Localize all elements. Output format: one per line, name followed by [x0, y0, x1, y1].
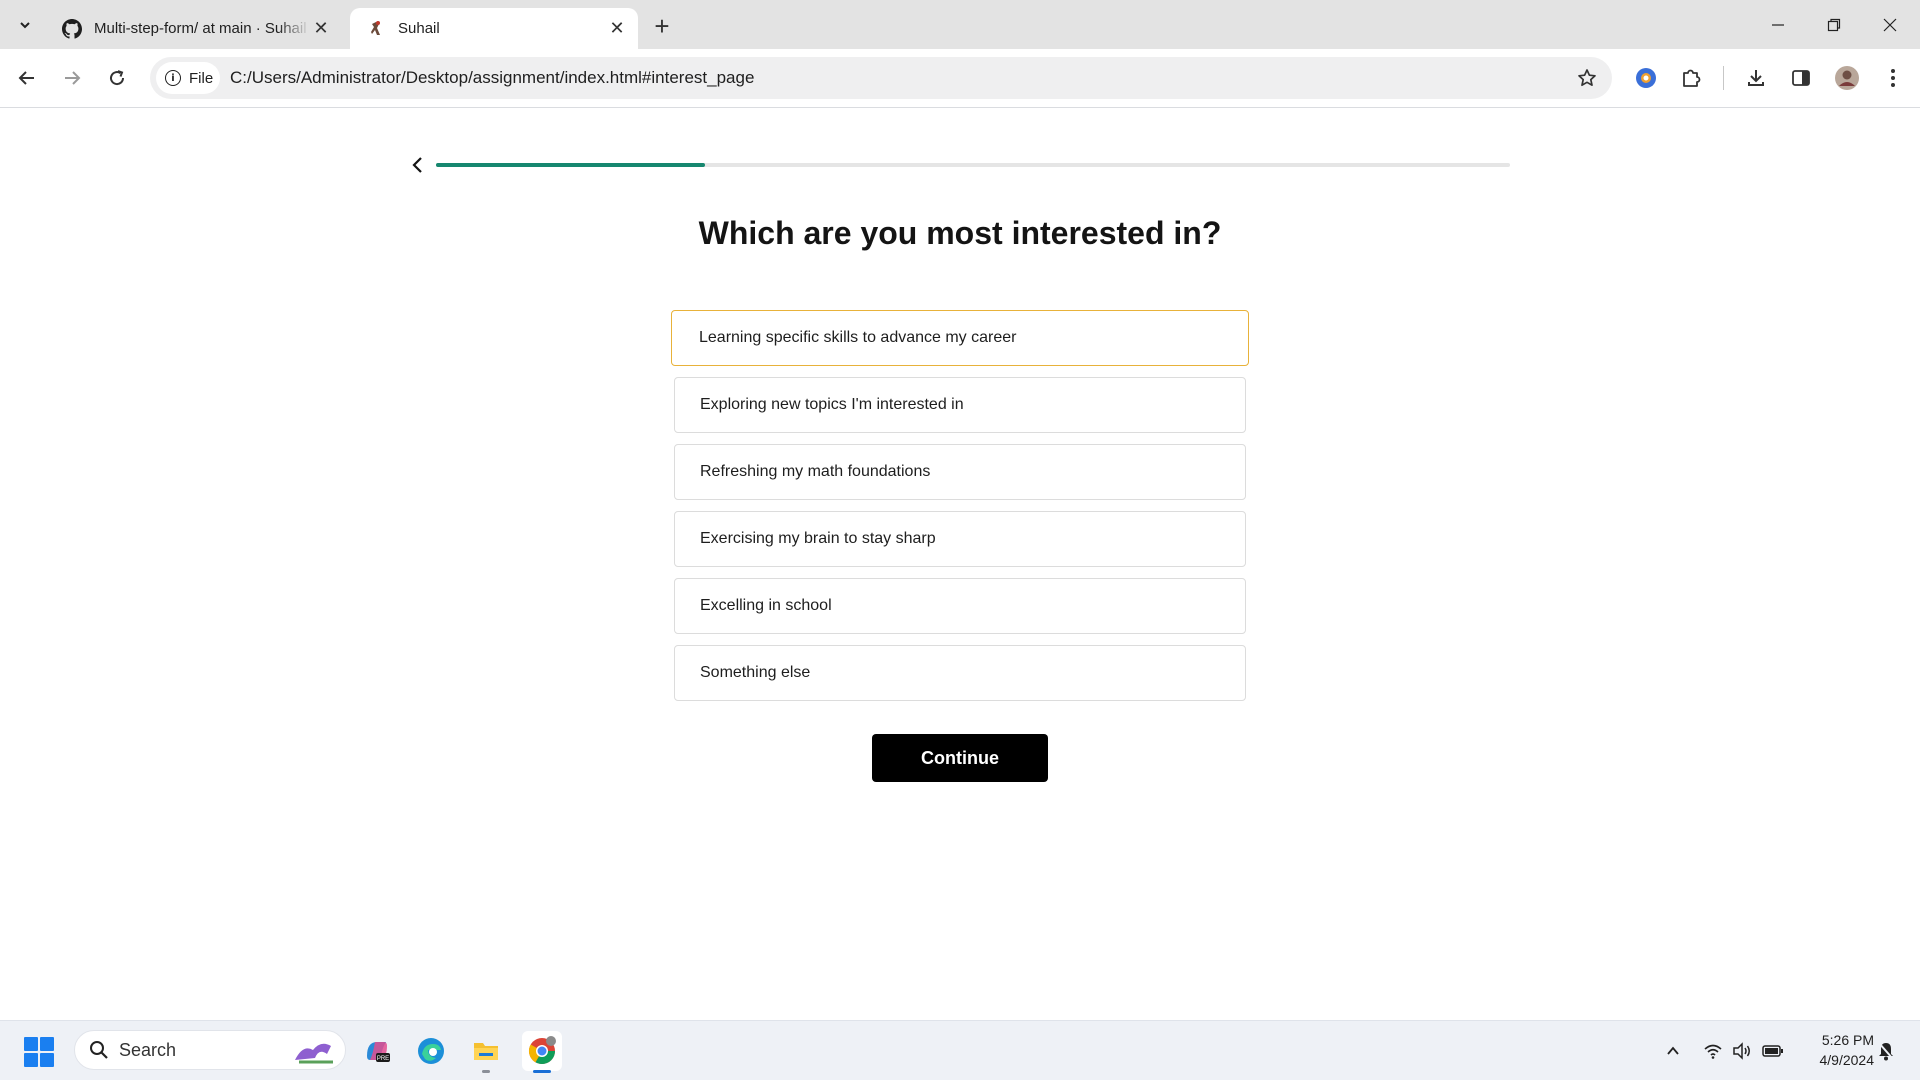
- extension-button[interactable]: [1629, 61, 1663, 95]
- clock-date: 4/9/2024: [1819, 1052, 1875, 1068]
- menu-button[interactable]: [1876, 61, 1910, 95]
- back-button[interactable]: [10, 61, 44, 95]
- tab-suhail[interactable]: Suhail ✕: [350, 8, 638, 49]
- option-label: Exploring new topics I'm interested in: [700, 396, 964, 413]
- forward-button[interactable]: [55, 61, 89, 95]
- browser-toolbar: i File C:/Users/Administrator/Desktop/as…: [0, 49, 1920, 108]
- avatar: [1835, 66, 1859, 90]
- extension-logo-icon: [1636, 68, 1656, 88]
- github-icon: [62, 18, 82, 39]
- url-text[interactable]: C:/Users/Administrator/Desktop/assignmen…: [230, 68, 754, 88]
- chevron-up-icon: [1667, 1046, 1679, 1055]
- taskbar-clock[interactable]: 5:26 PM 4/9/2024: [1794, 1030, 1875, 1070]
- option-label: Something else: [700, 664, 811, 681]
- extensions-button[interactable]: [1674, 61, 1708, 95]
- taskbar-file-explorer[interactable]: [466, 1031, 506, 1073]
- chrome-icon: [528, 1036, 556, 1065]
- option-label: Excelling in school: [700, 597, 832, 614]
- running-indicator: [533, 1070, 551, 1073]
- wifi-icon: [1704, 1044, 1722, 1059]
- chevron-down-icon: [20, 22, 30, 29]
- progress-bar-fill: [436, 163, 705, 167]
- arrow-right-icon: [65, 71, 81, 85]
- close-window-button[interactable]: [1862, 0, 1918, 49]
- chevron-left-icon: [412, 157, 422, 173]
- page-content: Which are you most interested in? Learni…: [0, 109, 1920, 1020]
- puzzle-icon: [1683, 69, 1701, 87]
- bookmark-star-button[interactable]: [1574, 65, 1600, 91]
- volume-button[interactable]: [1731, 1040, 1753, 1062]
- running-indicator: [482, 1070, 490, 1073]
- option-label: Refreshing my math foundations: [700, 463, 931, 480]
- tray-overflow-button[interactable]: [1662, 1040, 1684, 1062]
- arrow-left-icon: [18, 71, 34, 85]
- option-item[interactable]: Exploring new topics I'm interested in: [674, 377, 1246, 433]
- back-step-button[interactable]: [406, 153, 430, 177]
- copilot-icon: PRE: [367, 1042, 390, 1062]
- search-highlight-icon: [295, 1043, 333, 1064]
- downloads-button[interactable]: [1739, 61, 1773, 95]
- option-item[interactable]: Exercising my brain to stay sharp: [674, 511, 1246, 567]
- option-item[interactable]: Refreshing my math foundations: [674, 444, 1246, 500]
- restore-button[interactable]: [1806, 0, 1862, 49]
- continue-button[interactable]: Continue: [872, 734, 1048, 782]
- new-tab-button[interactable]: +: [648, 11, 676, 41]
- download-icon: [1748, 70, 1764, 86]
- profile-button[interactable]: [1830, 61, 1864, 95]
- close-icon: [1883, 18, 1897, 31]
- site-favicon-icon: [366, 19, 386, 39]
- options-list: Learning specific skills to advance my c…: [671, 310, 1249, 712]
- reload-icon: [110, 70, 125, 86]
- option-item[interactable]: Something else: [674, 645, 1246, 701]
- taskbar: Search PRE 5:26 PM 4/9/2024: [0, 1020, 1920, 1080]
- close-icon[interactable]: ✕: [310, 18, 332, 40]
- tab-search-button[interactable]: [10, 10, 40, 40]
- taskbar-search[interactable]: Search: [74, 1030, 346, 1070]
- clock-time: 5:26 PM: [1821, 1032, 1874, 1048]
- info-icon: i: [165, 70, 181, 86]
- battery-button[interactable]: [1762, 1040, 1784, 1062]
- windows-logo-icon: [24, 1037, 38, 1051]
- minimize-button[interactable]: [1750, 0, 1806, 49]
- tab-github[interactable]: Multi-step-form/ at main · Suhail ✕: [46, 8, 342, 49]
- edge-icon: [418, 1038, 444, 1064]
- restore-icon: [1827, 18, 1841, 31]
- reload-button[interactable]: [100, 61, 134, 95]
- more-vertical-icon: [1891, 69, 1895, 87]
- taskbar-edge[interactable]: [411, 1031, 451, 1071]
- address-bar[interactable]: i File C:/Users/Administrator/Desktop/as…: [150, 57, 1612, 99]
- taskbar-chrome[interactable]: [522, 1031, 562, 1073]
- bell-icon: [1878, 1042, 1894, 1061]
- wifi-button[interactable]: [1702, 1040, 1724, 1062]
- star-icon: [1578, 69, 1596, 87]
- side-panel-button[interactable]: [1784, 61, 1818, 95]
- option-label: Learning specific skills to advance my c…: [699, 329, 1017, 346]
- search-placeholder: Search: [119, 1039, 177, 1060]
- speaker-icon: [1733, 1042, 1750, 1060]
- minimize-icon: [1772, 23, 1784, 26]
- side-panel-icon: [1792, 70, 1810, 86]
- notifications-button[interactable]: [1875, 1040, 1897, 1062]
- taskbar-copilot[interactable]: PRE: [357, 1031, 397, 1071]
- option-item[interactable]: Learning specific skills to advance my c…: [671, 310, 1249, 366]
- tab-strip: Multi-step-form/ at main · Suhail ✕ Suha…: [0, 0, 1920, 49]
- tab-title: Suhail: [398, 20, 440, 37]
- option-item[interactable]: Excelling in school: [674, 578, 1246, 634]
- search-icon: [89, 1040, 109, 1060]
- start-button[interactable]: [24, 1037, 54, 1067]
- battery-icon: [1762, 1045, 1783, 1057]
- folder-icon: [474, 1043, 498, 1060]
- option-label: Exercising my brain to stay sharp: [700, 530, 936, 547]
- close-icon[interactable]: ✕: [606, 18, 628, 40]
- page-title: Which are you most interested in?: [698, 215, 1222, 251]
- svg-text:PRE: PRE: [377, 1056, 389, 1062]
- tab-title: Multi-step-form/ at main · Suhail: [94, 20, 307, 37]
- progress-bar: [436, 163, 1510, 167]
- site-chip-label: File: [189, 69, 214, 87]
- toolbar-divider: [1723, 66, 1724, 90]
- site-info-chip[interactable]: i File: [156, 62, 220, 94]
